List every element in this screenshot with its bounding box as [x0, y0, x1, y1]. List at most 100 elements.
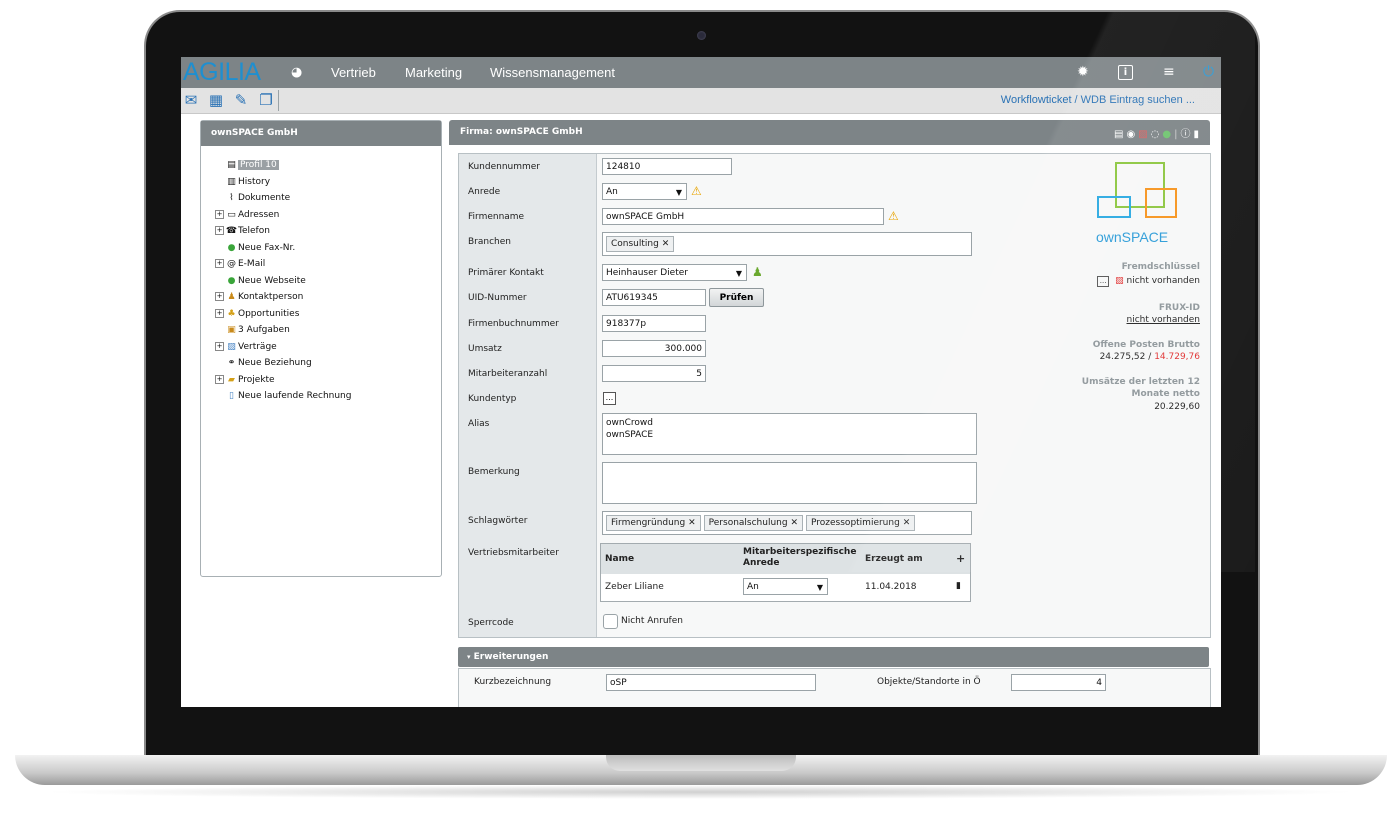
- bemerkung-textarea[interactable]: [602, 462, 977, 504]
- nicht-anrufen-checkbox[interactable]: [603, 614, 618, 629]
- dashboard-icon[interactable]: ◕: [291, 57, 302, 88]
- tree-item-telefon[interactable]: + ☎Telefon: [215, 223, 351, 240]
- tag-prozessoptimierung: Prozessoptimierung ✕: [806, 515, 916, 531]
- email-icon: @: [227, 259, 236, 269]
- trash-icon[interactable]: ▮: [956, 581, 961, 591]
- add-row-button[interactable]: +: [956, 552, 965, 565]
- company-form: Kundennummer 124810 Anrede An ▼ ⚠ Firmenn…: [458, 153, 1211, 638]
- info-icon[interactable]: ⓘ: [1180, 129, 1193, 140]
- alias-textarea[interactable]: ownCrowd ownSPACE: [602, 413, 977, 455]
- checklist-icon[interactable]: ◉: [1126, 129, 1138, 140]
- primaerer-kontakt-select[interactable]: Heinhauser Dieter ▼: [602, 264, 747, 281]
- label-firmenname: Firmenname: [468, 212, 525, 222]
- nav-marketing[interactable]: Marketing: [405, 57, 462, 88]
- opportunity-icon: ♣: [227, 308, 236, 319]
- tree-item-kontaktperson[interactable]: + ♟ Kontaktperson: [215, 289, 351, 306]
- logo-square-orange: [1145, 188, 1177, 218]
- remove-tag-icon[interactable]: ✕: [662, 239, 670, 249]
- remove-tag-icon[interactable]: ✕: [688, 518, 696, 528]
- kundentyp-picker-button[interactable]: ...: [603, 392, 616, 405]
- frux-value-link[interactable]: nicht vorhanden: [1127, 315, 1201, 325]
- contact-person-icon[interactable]: ♟: [752, 265, 763, 279]
- picker-icon[interactable]: ...: [1097, 276, 1110, 287]
- branchen-tag-input[interactable]: Consulting ✕: [602, 232, 972, 256]
- phone-icon: ☎: [225, 226, 238, 236]
- umsaetze-value: 20.229,60: [1154, 402, 1200, 412]
- umsaetze-label-2: Monate netto: [1131, 389, 1200, 399]
- power-icon[interactable]: ⏻: [1203, 57, 1214, 88]
- folder-icon: ▰: [228, 374, 235, 385]
- schlagwoerter-tag-input[interactable]: Firmengründung ✕ Personalschulung ✕ Prozes…: [602, 511, 972, 535]
- chevron-down-icon: ▼: [816, 583, 823, 592]
- navigation-tree: ▤ Profil 10 ▥ History ⌇ Dokumente + ▭ Adresse…: [215, 157, 351, 405]
- copy-icon[interactable]: ❐: [257, 91, 275, 109]
- expand-icon[interactable]: +: [215, 292, 224, 301]
- pruefen-button[interactable]: Prüfen: [709, 288, 764, 307]
- erweiterungen-section: Kurzbezeichnung oSP Objekte/Standorte in…: [458, 668, 1211, 707]
- umsatz-field[interactable]: 300.000: [602, 340, 706, 357]
- remove-tag-icon[interactable]: ✕: [903, 518, 911, 528]
- mitarbeiter-field[interactable]: 5: [602, 365, 706, 382]
- label-bemerkung: Bemerkung: [468, 467, 520, 477]
- fremdschluessel-value: ... ▨ nicht vorhanden: [1097, 276, 1200, 287]
- tree-item-adressen[interactable]: + ▭ Adressen: [215, 207, 351, 224]
- tag-consulting: Consulting ✕: [606, 236, 675, 252]
- expand-icon[interactable]: +: [215, 259, 224, 268]
- address-icon: ▭: [227, 209, 236, 220]
- expand-icon[interactable]: +: [215, 308, 224, 318]
- label-mitarbeiter: Mitarbeiteranzahl: [468, 369, 548, 379]
- tree-item-neue-rechnung[interactable]: ▯ Neue laufende Rechnung: [215, 388, 351, 405]
- ownspace-logo-text: ownSPACE: [1096, 229, 1169, 245]
- edit-icon[interactable]: ✎: [232, 91, 250, 109]
- kundennummer-field[interactable]: 124810: [602, 158, 732, 175]
- calendar-icon[interactable]: ▦: [207, 91, 225, 109]
- remove-tag-icon[interactable]: ✕: [790, 518, 798, 528]
- database-icon[interactable]: ≡: [1163, 57, 1175, 88]
- laptop-shadow: [40, 785, 1360, 799]
- umsaetze-label-1: Umsätze der letzten 12: [1081, 377, 1200, 387]
- target-icon[interactable]: ◌: [1151, 129, 1163, 140]
- tree-item-aufgaben[interactable]: ▣ 3 Aufgaben: [215, 322, 351, 339]
- tree-item-projekte[interactable]: + ▰ Projekte: [215, 372, 351, 389]
- expand-icon[interactable]: +: [215, 341, 224, 351]
- tree-item-neue-fax[interactable]: ● Neue Fax-Nr.: [215, 240, 351, 257]
- gear-icon[interactable]: ✹: [1077, 57, 1089, 88]
- tree-item-opportunities[interactable]: + ♣ Opportunities: [215, 306, 351, 323]
- firmenbuch-field[interactable]: 918377p: [602, 315, 706, 332]
- anrede-select[interactable]: An ▼: [602, 183, 687, 200]
- table-anrede-select[interactable]: An ▼: [743, 578, 828, 595]
- expand-icon[interactable]: +: [215, 374, 224, 384]
- tree-item-neue-beziehung[interactable]: ⚭ Neue Beziehung: [215, 355, 351, 372]
- logo-square-blue: [1097, 196, 1131, 218]
- top-navigation: AGILIA ◕ Vertrieb Marketing Wissensmanag…: [181, 57, 1221, 88]
- info-icon[interactable]: i: [1118, 65, 1133, 80]
- objekte-field[interactable]: 4: [1011, 674, 1106, 691]
- expand-icon[interactable]: +: [215, 226, 224, 235]
- tree-item-email[interactable]: + @ E-Mail: [215, 256, 351, 273]
- column-header-erzeugt: Erzeugt am: [865, 554, 923, 564]
- tasks-icon: ▣: [227, 325, 236, 335]
- vertriebsmitarbeiter-table: Name Mitarbeiterspezifische Anrede Erzeu…: [600, 543, 971, 602]
- erweiterungen-header[interactable]: ▾ Erweiterungen: [458, 647, 1209, 667]
- nav-wissensmanagement[interactable]: Wissensmanagement: [490, 57, 615, 88]
- print-icon[interactable]: ▤: [1114, 129, 1126, 140]
- agilia-logo[interactable]: AGILIA: [183, 57, 261, 87]
- firmenname-field[interactable]: ownSPACE GmbH: [602, 208, 884, 225]
- person-icon: ♟: [227, 292, 236, 302]
- tree-item-neue-webseite[interactable]: ● Neue Webseite: [215, 273, 351, 290]
- expand-icon[interactable]: +: [215, 209, 224, 219]
- kurzbezeichnung-field[interactable]: oSP: [606, 674, 816, 691]
- mail-icon[interactable]: ✉: [182, 91, 200, 109]
- nav-vertrieb[interactable]: Vertrieb: [331, 57, 376, 88]
- uid-field[interactable]: ATU619345: [602, 289, 706, 306]
- add-icon: ●: [227, 275, 236, 286]
- tree-item-dokumente[interactable]: ⌇ Dokumente: [215, 190, 351, 207]
- add-icon[interactable]: ●: [1162, 129, 1174, 140]
- trash-icon[interactable]: ▮: [1193, 129, 1202, 140]
- offene-posten-label: Offene Posten Brutto: [1092, 340, 1200, 350]
- tree-item-vertraege[interactable]: + ▨ Verträge: [215, 339, 351, 356]
- pdf-icon[interactable]: ▨: [1138, 129, 1150, 140]
- tree-item-history[interactable]: ▥ History: [215, 174, 351, 191]
- workflow-search-link[interactable]: Workflowticket / WDB Eintrag suchen ...: [1001, 94, 1195, 106]
- tree-item-profil[interactable]: ▤ Profil 10: [215, 157, 351, 174]
